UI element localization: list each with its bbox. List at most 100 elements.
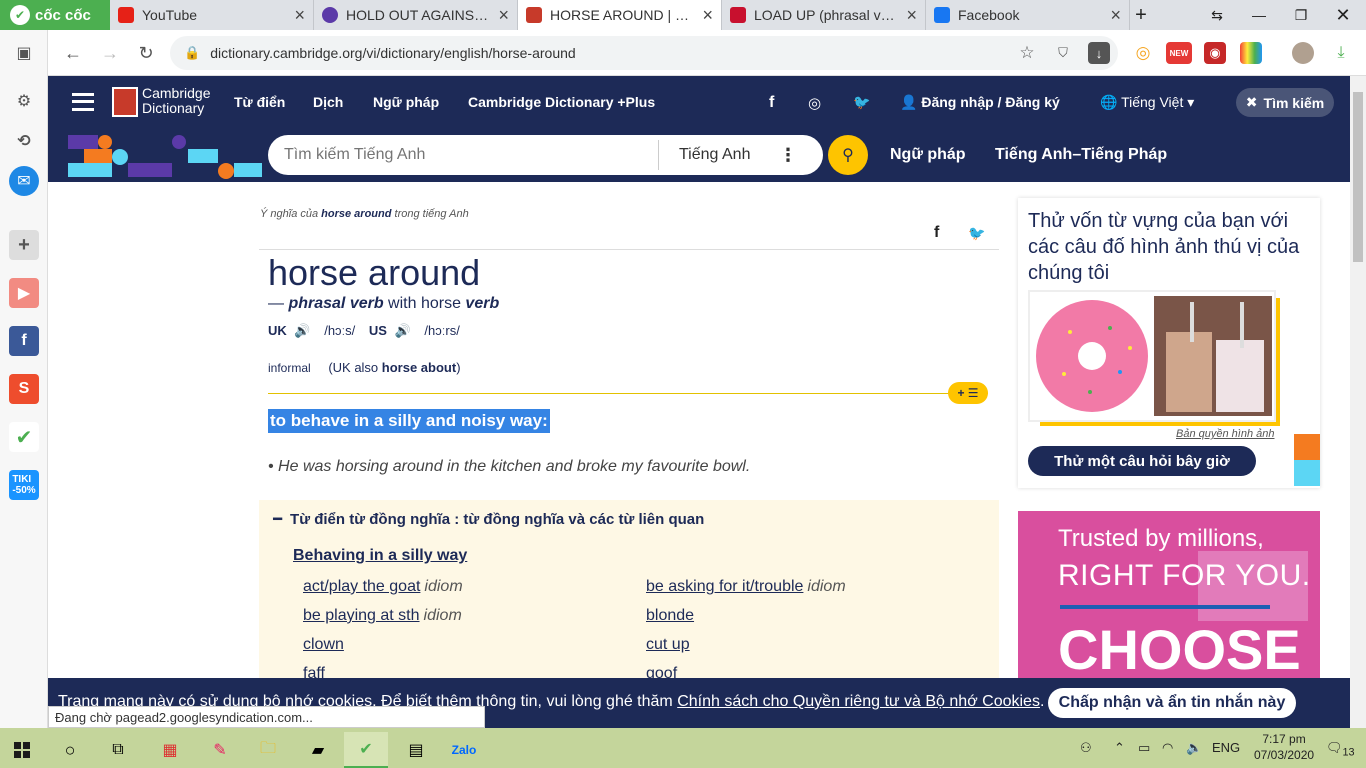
apps-grid-icon[interactable]: [1240, 42, 1262, 64]
maximize-button[interactable]: ❐: [1280, 0, 1322, 30]
more-options-icon[interactable]: ⋮: [779, 145, 797, 166]
app-icon[interactable]: ▦: [148, 732, 192, 768]
record-icon[interactable]: ◉: [1204, 42, 1226, 64]
extension-icon[interactable]: ◎: [1132, 42, 1154, 64]
decor-block: [68, 135, 98, 149]
restore-tabs-icon[interactable]: ⇆: [1196, 0, 1238, 30]
uk-audio-speaker-icon[interactable]: 🔊: [294, 323, 310, 338]
us-ipa: /hɔːrs/: [424, 323, 460, 338]
tab-youtube[interactable]: YouTube ×: [110, 0, 314, 30]
wifi-icon[interactable]: ◠: [1162, 740, 1173, 756]
search-icon[interactable]: ○: [48, 732, 92, 768]
close-tab-icon[interactable]: ×: [498, 5, 509, 26]
quick-link-grammar[interactable]: Ngữ pháp: [890, 146, 966, 164]
quick-link-english-french[interactable]: Tiếng Anh–Tiếng Pháp: [995, 146, 1167, 164]
app-icon[interactable]: ▤: [394, 732, 438, 768]
coccoc-menu-button[interactable]: ✔ cốc cốc: [0, 0, 110, 30]
image-credit-link[interactable]: Bản quyền hình ảnh: [1176, 428, 1274, 440]
language-selector[interactable]: 🌐 Tiếng Việt ▾: [1100, 94, 1194, 111]
new-tab-button[interactable]: +: [1120, 0, 1162, 30]
zalo-icon[interactable]: Zalo: [442, 732, 486, 768]
tab-load-up[interactable]: LOAD UP (phrasal verb) definit ×: [722, 0, 926, 30]
facebook-icon[interactable]: f: [9, 326, 39, 356]
close-tab-icon[interactable]: ×: [294, 5, 305, 26]
back-button[interactable]: ←: [58, 38, 88, 68]
thesaurus-subtitle[interactable]: Behaving in a silly way: [293, 547, 467, 565]
new-badge-icon[interactable]: NEW: [1166, 42, 1192, 64]
download-icon[interactable]: ↓: [1088, 42, 1110, 64]
thesaurus-header[interactable]: ━ Từ điển từ đồng nghĩa : từ đồng nghĩa v…: [273, 510, 704, 528]
close-tab-icon[interactable]: ×: [906, 5, 917, 26]
file-explorer-icon[interactable]: 🗀: [246, 732, 290, 768]
tab-hold-out-against[interactable]: HOLD OUT AGAINST - Định nghĩa ×: [314, 0, 518, 30]
nav-grammar[interactable]: Ngữ pháp: [373, 94, 439, 110]
coccoc-taskbar-icon[interactable]: ✔: [344, 732, 388, 768]
twitter-icon[interactable]: 🐦: [853, 94, 870, 111]
login-link[interactable]: 👤 Đăng nhập / Đăng ký: [900, 94, 1060, 111]
tiki-icon[interactable]: TIKI -50%: [9, 470, 39, 500]
page-scrollbar[interactable]: [1350, 76, 1366, 728]
also-word: horse about: [381, 360, 457, 375]
history-icon[interactable]: ⟲: [9, 126, 39, 156]
task-view-icon[interactable]: ⧉: [96, 732, 140, 768]
synonym-link[interactable]: clown: [303, 636, 344, 654]
cookie-dot: .: [1039, 693, 1045, 710]
nav-plus[interactable]: Cambridge Dictionary +Plus: [468, 94, 655, 110]
volume-icon[interactable]: 🔈: [1186, 740, 1202, 756]
input-language[interactable]: ENG: [1212, 740, 1240, 755]
shield-icon[interactable]: ⛉: [1052, 42, 1074, 64]
downloads-icon[interactable]: ⤓: [1330, 42, 1352, 64]
nav-translate[interactable]: Dịch: [313, 94, 343, 110]
search-input[interactable]: [268, 146, 658, 164]
coccoc-icon[interactable]: ✔: [9, 422, 39, 452]
synonym-link[interactable]: blonde: [646, 607, 694, 625]
share-facebook-icon[interactable]: f: [934, 224, 939, 242]
tab-facebook[interactable]: Facebook ×: [926, 0, 1130, 30]
shopee-icon[interactable]: S: [9, 374, 39, 404]
messenger-icon[interactable]: ✉: [9, 166, 39, 196]
settings-gear-icon[interactable]: ⚙: [9, 86, 39, 116]
paint-icon[interactable]: ✎: [198, 732, 242, 768]
site-logo[interactable]: Cambridge Dictionary: [142, 86, 210, 116]
close-window-button[interactable]: ✕: [1322, 0, 1364, 30]
synonym-link[interactable]: be playing at sth idiom: [303, 607, 462, 625]
us-audio-speaker-icon[interactable]: 🔊: [395, 323, 411, 338]
address-bar[interactable]: 🔒 dictionary.cambridge.org/vi/dictionary…: [170, 36, 1118, 70]
scrollbar-thumb[interactable]: [1353, 92, 1363, 262]
browser-toolbar: ← → ↻ 🔒 dictionary.cambridge.org/vi/dict…: [0, 30, 1366, 92]
tab-horse-around[interactable]: HORSE AROUND | Định nghĩa ×: [518, 0, 722, 30]
synonym-link[interactable]: cut up: [646, 636, 690, 654]
windows-start-icon[interactable]: [0, 732, 44, 768]
tray-chevron-icon[interactable]: ⌃: [1114, 740, 1125, 756]
battery-icon[interactable]: ▭: [1138, 740, 1150, 756]
profile-avatar[interactable]: [1292, 42, 1314, 64]
uk-ipa: /hɔːs/: [324, 323, 356, 338]
search-button[interactable]: ⚲: [828, 135, 868, 175]
notifications-icon[interactable]: 🗨13: [1326, 740, 1355, 759]
hamburger-menu-icon[interactable]: [72, 93, 94, 111]
share-twitter-icon[interactable]: 🐦: [968, 225, 985, 242]
clock[interactable]: 7:17 pm 07/03/2020: [1254, 731, 1314, 763]
privacy-policy-link[interactable]: Chính sách cho Quyền riêng tư và Bộ nhớ …: [677, 693, 1040, 710]
close-tab-icon[interactable]: ×: [702, 5, 713, 26]
minimize-button[interactable]: —: [1238, 0, 1280, 30]
quiz-image[interactable]: [1028, 290, 1276, 422]
add-panel-icon[interactable]: +: [9, 230, 39, 260]
add-to-wordlist-button[interactable]: + ☰: [948, 382, 988, 404]
bookmark-star-icon[interactable]: ☆: [1016, 42, 1038, 64]
nav-dictionary[interactable]: Từ điển: [234, 94, 285, 110]
youtube-icon[interactable]: ▶: [9, 278, 39, 308]
sidebar-toggle-icon[interactable]: ▣: [9, 38, 39, 68]
instagram-icon[interactable]: ◎: [808, 94, 821, 112]
forward-button[interactable]: →: [95, 38, 125, 68]
synonym-link[interactable]: act/play the goat idiom: [303, 578, 463, 596]
quiz-start-button[interactable]: Thử một câu hỏi bây giờ: [1028, 446, 1256, 476]
accept-cookies-button[interactable]: Chấp nhận và ẩn tin nhắn này: [1048, 688, 1296, 718]
people-icon[interactable]: ⚇: [1080, 740, 1092, 756]
sticky-notes-icon[interactable]: ▰: [296, 732, 340, 768]
synonym-link[interactable]: be asking for it/trouble idiom: [646, 578, 846, 596]
search-toggle-button[interactable]: ✖ Tìm kiếm: [1236, 88, 1334, 117]
facebook-icon[interactable]: f: [769, 94, 774, 112]
reload-button[interactable]: ↻: [131, 38, 161, 68]
search-language-selector[interactable]: Tiếng Anh: [659, 146, 779, 164]
